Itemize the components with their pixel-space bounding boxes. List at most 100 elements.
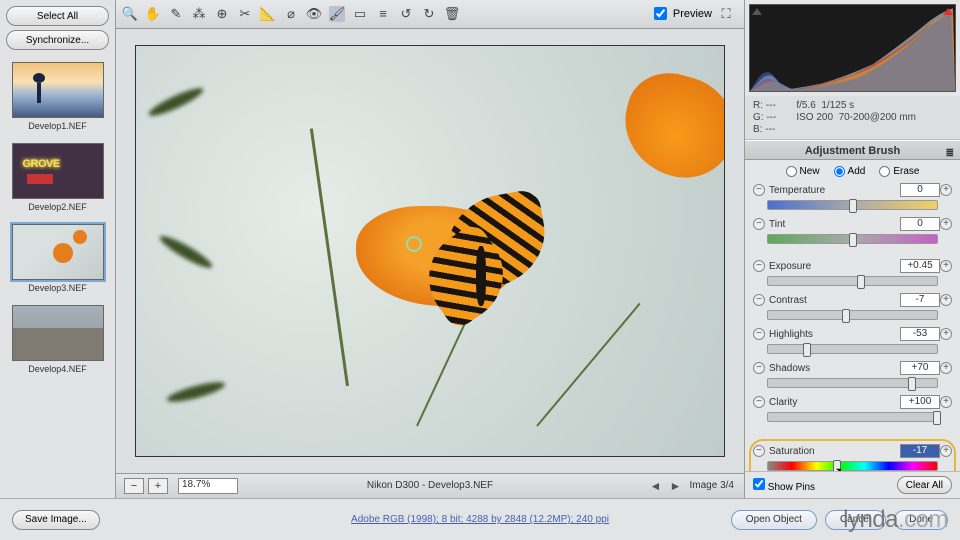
slider-highlights-decrement[interactable]: − — [753, 328, 765, 340]
select-all-button[interactable]: Select All — [6, 6, 109, 26]
thumbnail-3-label: Develop3.NEF — [28, 283, 87, 293]
slider-saturation-increment[interactable]: + — [940, 445, 952, 457]
slider-tint-decrement[interactable]: − — [753, 218, 765, 230]
zoom-select[interactable]: 18.7% — [178, 478, 238, 494]
eyedropper-icon[interactable]: ✎ — [168, 6, 184, 22]
prev-image-button[interactable]: ◄ — [650, 479, 664, 493]
clear-all-button[interactable]: Clear All — [897, 476, 952, 494]
fullscreen-icon[interactable]: ⛶ — [718, 6, 734, 22]
slider-contrast-thumb[interactable] — [842, 309, 850, 323]
synchronize-button[interactable]: Synchronize... — [6, 30, 109, 50]
slider-temperature-value[interactable]: 0 — [900, 183, 940, 197]
brush-mode-group: New Add Erase — [745, 160, 960, 183]
thumbnail-1-label: Develop1.NEF — [28, 121, 87, 131]
slider-temperature-track[interactable] — [767, 200, 938, 210]
slider-tint: −Tint0+ — [753, 217, 952, 244]
slider-exposure-label: Exposure — [765, 261, 900, 272]
radial-filter-icon[interactable]: ≡ — [375, 6, 391, 22]
image-index-label: Image 3/4 — [690, 480, 734, 491]
slider-shadows-label: Shadows — [765, 363, 900, 374]
graduated-filter-icon[interactable]: ▭ — [352, 6, 368, 22]
slider-exposure-track[interactable] — [767, 276, 938, 286]
slider-exposure-thumb[interactable] — [857, 275, 865, 289]
slider-exposure-increment[interactable]: + — [940, 260, 952, 272]
redeye-icon[interactable]: 👁 — [306, 6, 322, 22]
slider-exposure-decrement[interactable]: − — [753, 260, 765, 272]
slider-highlights-label: Highlights — [765, 329, 900, 340]
slider-tint-value[interactable]: 0 — [900, 217, 940, 231]
thumbnail-4[interactable]: Develop4.NEF — [6, 305, 109, 374]
slider-tint-increment[interactable]: + — [940, 218, 952, 230]
slider-contrast-increment[interactable]: + — [940, 294, 952, 306]
crop-tool-icon[interactable]: ✂ — [237, 6, 253, 22]
spot-removal-icon[interactable]: ⌀ — [283, 6, 299, 22]
open-object-button[interactable]: Open Object — [731, 510, 817, 530]
right-panel: R: --- G: --- B: --- f/5.6 1/125 s ISO 2… — [744, 0, 960, 498]
hand-tool-icon[interactable]: ✋ — [145, 6, 161, 22]
slider-contrast-track[interactable] — [767, 310, 938, 320]
exif-shutter: 1/125 s — [821, 100, 854, 111]
slider-clarity: −Clarity+100+ — [753, 395, 952, 422]
show-pins-checkbox[interactable]: Show Pins — [753, 478, 815, 493]
slider-saturation-decrement[interactable]: − — [753, 445, 765, 457]
slider-saturation-track[interactable] — [767, 461, 938, 471]
slider-clarity-increment[interactable]: + — [940, 396, 952, 408]
sliders-list: −Temperature0+−Tint0+−Exposure+0.45+−Con… — [745, 183, 960, 471]
zoom-out-button[interactable]: − — [124, 478, 144, 494]
brush-mode-erase[interactable]: Erase — [879, 166, 919, 177]
trash-icon[interactable]: 🗑 — [444, 6, 460, 22]
slider-saturation: −Saturation-17+↖ — [753, 444, 952, 471]
brush-mode-add[interactable]: Add — [834, 166, 866, 177]
slider-highlights-track[interactable] — [767, 344, 938, 354]
cancel-button[interactable]: Cancel — [825, 510, 886, 530]
slider-shadows-thumb[interactable] — [908, 377, 916, 391]
zoom-in-button[interactable]: + — [148, 478, 168, 494]
histogram[interactable] — [749, 4, 956, 92]
slider-tint-thumb[interactable] — [849, 233, 857, 247]
thumbnail-3[interactable]: Develop3.NEF — [6, 224, 109, 293]
slider-temperature-decrement[interactable]: − — [753, 184, 765, 196]
slider-exposure-value[interactable]: +0.45 — [900, 259, 940, 273]
slider-clarity-decrement[interactable]: − — [753, 396, 765, 408]
slider-contrast-value[interactable]: -7 — [900, 293, 940, 307]
straighten-icon[interactable]: 📐 — [260, 6, 276, 22]
slider-temperature-increment[interactable]: + — [940, 184, 952, 196]
rotate-cw-icon[interactable]: ↻ — [421, 6, 437, 22]
rotate-ccw-icon[interactable]: ↺ — [398, 6, 414, 22]
thumbnail-1[interactable]: Develop1.NEF — [6, 62, 109, 131]
done-button[interactable]: Done — [894, 510, 948, 530]
slider-highlights-value[interactable]: -53 — [900, 327, 940, 341]
slider-shadows-value[interactable]: +70 — [900, 361, 940, 375]
target-icon[interactable]: ⊕ — [214, 6, 230, 22]
save-image-button[interactable]: Save Image... — [12, 510, 100, 530]
slider-temperature-thumb[interactable] — [849, 199, 857, 213]
slider-saturation-value[interactable]: -17 — [900, 444, 940, 458]
slider-temperature-label: Temperature — [765, 185, 900, 196]
slider-clarity-value[interactable]: +100 — [900, 395, 940, 409]
brush-mode-new[interactable]: New — [786, 166, 820, 177]
slider-clarity-track[interactable] — [767, 412, 938, 422]
slider-shadows-decrement[interactable]: − — [753, 362, 765, 374]
slider-contrast-decrement[interactable]: − — [753, 294, 765, 306]
adjustment-brush-icon[interactable]: 🖌 — [329, 6, 345, 22]
slider-shadows-track[interactable] — [767, 378, 938, 388]
highlight-clip-icon[interactable] — [943, 7, 953, 15]
slider-clarity-thumb[interactable] — [933, 411, 941, 425]
thumbnail-2[interactable]: GROVE Develop2.NEF — [6, 143, 109, 212]
preview-checkbox[interactable] — [654, 7, 667, 20]
metadata-link[interactable]: Adobe RGB (1998); 8 bit; 4288 by 2848 (1… — [351, 514, 609, 525]
exif-iso: ISO 200 — [796, 112, 833, 123]
shadow-clip-icon[interactable] — [752, 7, 762, 15]
canvas[interactable] — [116, 29, 744, 473]
exif-aperture: f/5.6 — [796, 100, 815, 111]
panel-menu-icon[interactable]: ≣ — [946, 144, 954, 164]
slider-shadows-increment[interactable]: + — [940, 362, 952, 374]
next-image-button[interactable]: ► — [670, 479, 684, 493]
sampler-icon[interactable]: ⁂ — [191, 6, 207, 22]
slider-highlights-thumb[interactable] — [803, 343, 811, 357]
exif-g: G: --- — [753, 112, 776, 123]
slider-tint-track[interactable] — [767, 234, 938, 244]
slider-clarity-label: Clarity — [765, 397, 900, 408]
zoom-tool-icon[interactable]: 🔍 — [122, 6, 138, 22]
slider-highlights-increment[interactable]: + — [940, 328, 952, 340]
